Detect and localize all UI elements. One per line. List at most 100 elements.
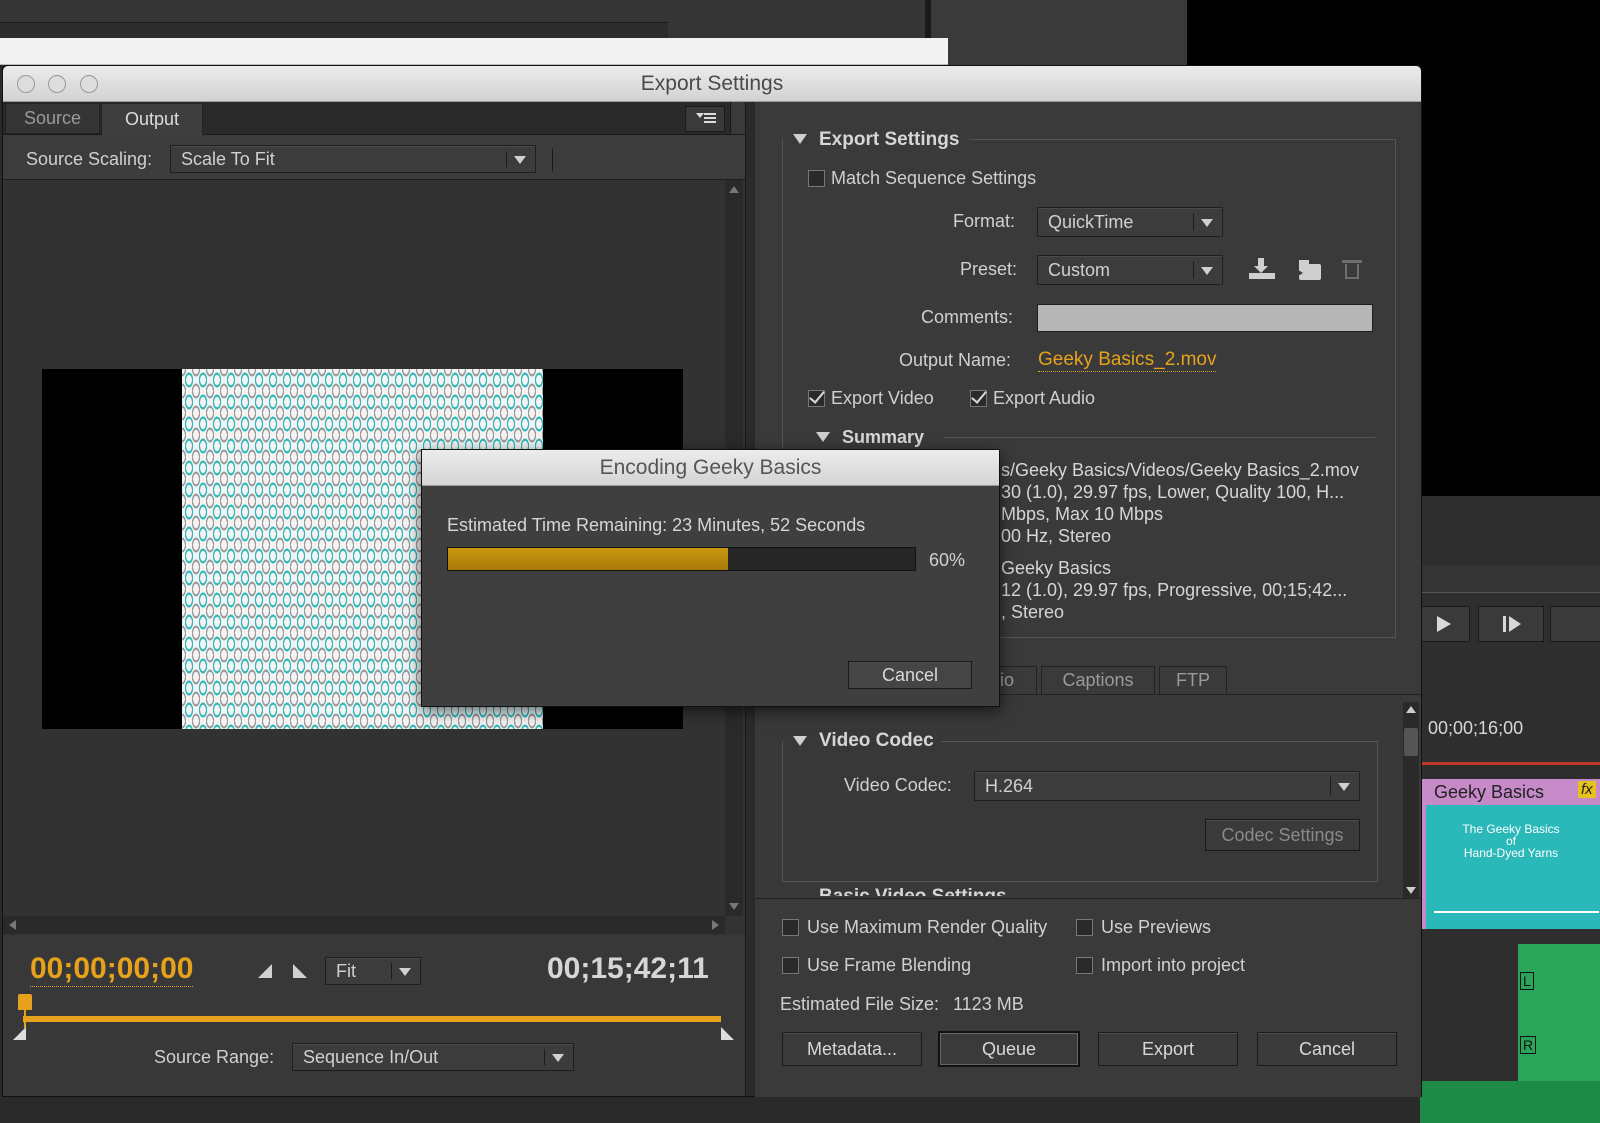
timeline-panel: 00;00;16;00 Geeky Basics fx The Geeky Ba…	[1420, 496, 1600, 1123]
preset-dropdown[interactable]: Custom	[1037, 255, 1223, 285]
audio-track: L R	[1518, 944, 1600, 1094]
source-scaling-dropdown[interactable]: Scale To Fit	[170, 145, 536, 173]
summary-line: 30 (1.0), 29.97 fps, Lower, Quality 100,…	[1001, 482, 1345, 502]
video-codec-dropdown[interactable]: H.264	[974, 771, 1360, 801]
save-preset-icon[interactable]	[1249, 258, 1275, 280]
export-button[interactable]: Export	[1098, 1032, 1238, 1066]
import-project-checkbox[interactable]	[1076, 957, 1093, 974]
tab-ftp[interactable]: FTP	[1159, 666, 1227, 695]
background-app-top-bar	[0, 22, 668, 39]
clip-header: Geeky Basics fx	[1426, 779, 1600, 805]
chevron-down-icon	[552, 1054, 564, 1062]
collapse-summary-icon[interactable]	[816, 432, 830, 442]
heading-rule	[969, 139, 1395, 140]
source-range-dropdown[interactable]: Sequence In/Out	[292, 1043, 574, 1071]
codec-settings-button[interactable]: Codec Settings	[1205, 819, 1360, 851]
out-point-marker[interactable]	[721, 1027, 734, 1040]
timeline-timecode: 00;00;16;00	[1428, 718, 1524, 738]
preset-value: Custom	[1048, 259, 1111, 280]
chevron-down-icon	[399, 968, 411, 976]
preset-label: Preset:	[960, 259, 1018, 279]
chevron-down-icon	[1338, 783, 1350, 791]
background-white-window	[0, 38, 948, 65]
video-codec-value: H.264	[985, 775, 1034, 796]
encoding-progress-bar	[447, 547, 916, 571]
collapse-video-codec-icon[interactable]	[793, 736, 807, 746]
playhead-line	[1420, 762, 1600, 765]
encoding-cancel-button[interactable]: Cancel	[848, 661, 972, 689]
step-forward-button[interactable]	[1478, 606, 1544, 642]
comments-field[interactable]	[1037, 304, 1373, 332]
timeline-ruler	[1420, 566, 1600, 593]
tab-source[interactable]: Source	[5, 103, 100, 134]
export-video-checkbox[interactable]	[808, 390, 825, 407]
track-l-label: L	[1520, 972, 1534, 990]
mark-in-icon[interactable]	[258, 964, 272, 978]
delete-preset-icon[interactable]	[1342, 258, 1362, 280]
duration-timecode: 00;15;42;11	[547, 952, 709, 985]
export-settings-heading: Export Settings	[819, 129, 960, 150]
progress-percent: 60%	[929, 550, 966, 570]
format-dropdown[interactable]: QuickTime	[1037, 207, 1223, 237]
chevron-down-icon	[514, 156, 526, 164]
metadata-button[interactable]: Metadata...	[782, 1032, 922, 1066]
time-remaining-text: Estimated Time Remaining: 23 Minutes, 52…	[447, 515, 866, 535]
clip-keyframe-line	[1434, 911, 1599, 913]
output-name-link[interactable]: Geeky Basics_2.mov	[1038, 349, 1217, 372]
preview-horizontal-scrollbar[interactable]	[3, 916, 725, 934]
scaling-divider	[552, 148, 553, 172]
tab-captions[interactable]: Captions	[1041, 666, 1155, 695]
fit-dropdown[interactable]: Fit	[325, 957, 421, 985]
use-previews-checkbox[interactable]	[1076, 919, 1093, 936]
source-range-label: Source Range:	[154, 1047, 275, 1067]
format-value: QuickTime	[1048, 211, 1134, 232]
clip-thumbnail-text: The Geeky Basics of Hand-Dyed Yarns	[1462, 822, 1560, 860]
more-button[interactable]	[1550, 606, 1600, 642]
clip-fx-badge: fx	[1578, 781, 1596, 798]
basic-video-settings-partial: Basic Video Settings	[793, 888, 1093, 896]
current-timecode[interactable]: 00;00;00;00	[30, 952, 194, 987]
summary-line: Geeky Basics	[1001, 558, 1112, 578]
export-audio-checkbox[interactable]	[970, 390, 987, 407]
collapse-export-settings-icon[interactable]	[793, 134, 807, 144]
import-preset-icon[interactable]	[1295, 258, 1321, 280]
mark-out-icon[interactable]	[293, 964, 307, 978]
work-area-bar[interactable]	[23, 1016, 721, 1022]
cancel-button[interactable]: Cancel	[1257, 1032, 1397, 1066]
settings-vertical-scrollbar[interactable]	[1403, 702, 1419, 898]
background-panel-mid	[931, 0, 1187, 70]
export-video-label: Export Video	[831, 388, 934, 408]
audio-waveform-bottom	[1420, 1081, 1600, 1123]
import-project-label: Import into project	[1101, 955, 1246, 975]
max-render-checkbox[interactable]	[782, 919, 799, 936]
play-button[interactable]	[1420, 606, 1470, 642]
use-previews-label: Use Previews	[1101, 917, 1212, 937]
output-name-label: Output Name:	[899, 350, 1012, 370]
match-sequence-checkbox[interactable]	[808, 170, 825, 187]
panel-menu-icon[interactable]	[685, 106, 725, 132]
comments-label: Comments:	[921, 307, 1014, 327]
source-scaling-value: Scale To Fit	[181, 148, 275, 169]
chevron-down-icon	[1201, 267, 1213, 275]
summary-text: s/Geeky Basics/Videos/Geeky Basics_2.mov…	[1001, 459, 1359, 623]
summary-rule	[943, 437, 1375, 438]
format-label: Format:	[953, 211, 1016, 231]
clip-geeky-basics[interactable]: Geeky Basics fx The Geeky Basics of Hand…	[1422, 779, 1600, 929]
track-r-label: R	[1520, 1036, 1537, 1054]
video-codec-label: Video Codec:	[844, 775, 952, 795]
max-render-label: Use Maximum Render Quality	[807, 917, 1048, 937]
match-sequence-label: Match Sequence Settings	[831, 168, 1037, 188]
summary-line: 12 (1.0), 29.97 fps, Progressive, 00;15;…	[1001, 580, 1348, 600]
source-range-value: Sequence In/Out	[303, 1046, 439, 1067]
video-codec-rule	[941, 741, 1377, 742]
encoding-dialog-title: Encoding Geeky Basics	[599, 456, 822, 479]
file-size-value: 1123 MB	[953, 994, 1024, 1014]
summary-line: 00 Hz, Stereo	[1001, 526, 1112, 546]
in-point-marker[interactable]	[13, 1027, 26, 1040]
tab-bar-divider	[730, 102, 745, 134]
frame-blending-checkbox[interactable]	[782, 957, 799, 974]
tab-output[interactable]: Output	[101, 103, 203, 135]
queue-button[interactable]: Queue	[938, 1031, 1080, 1067]
summary-heading: Summary	[842, 427, 925, 447]
clip-name: Geeky Basics	[1434, 782, 1545, 802]
